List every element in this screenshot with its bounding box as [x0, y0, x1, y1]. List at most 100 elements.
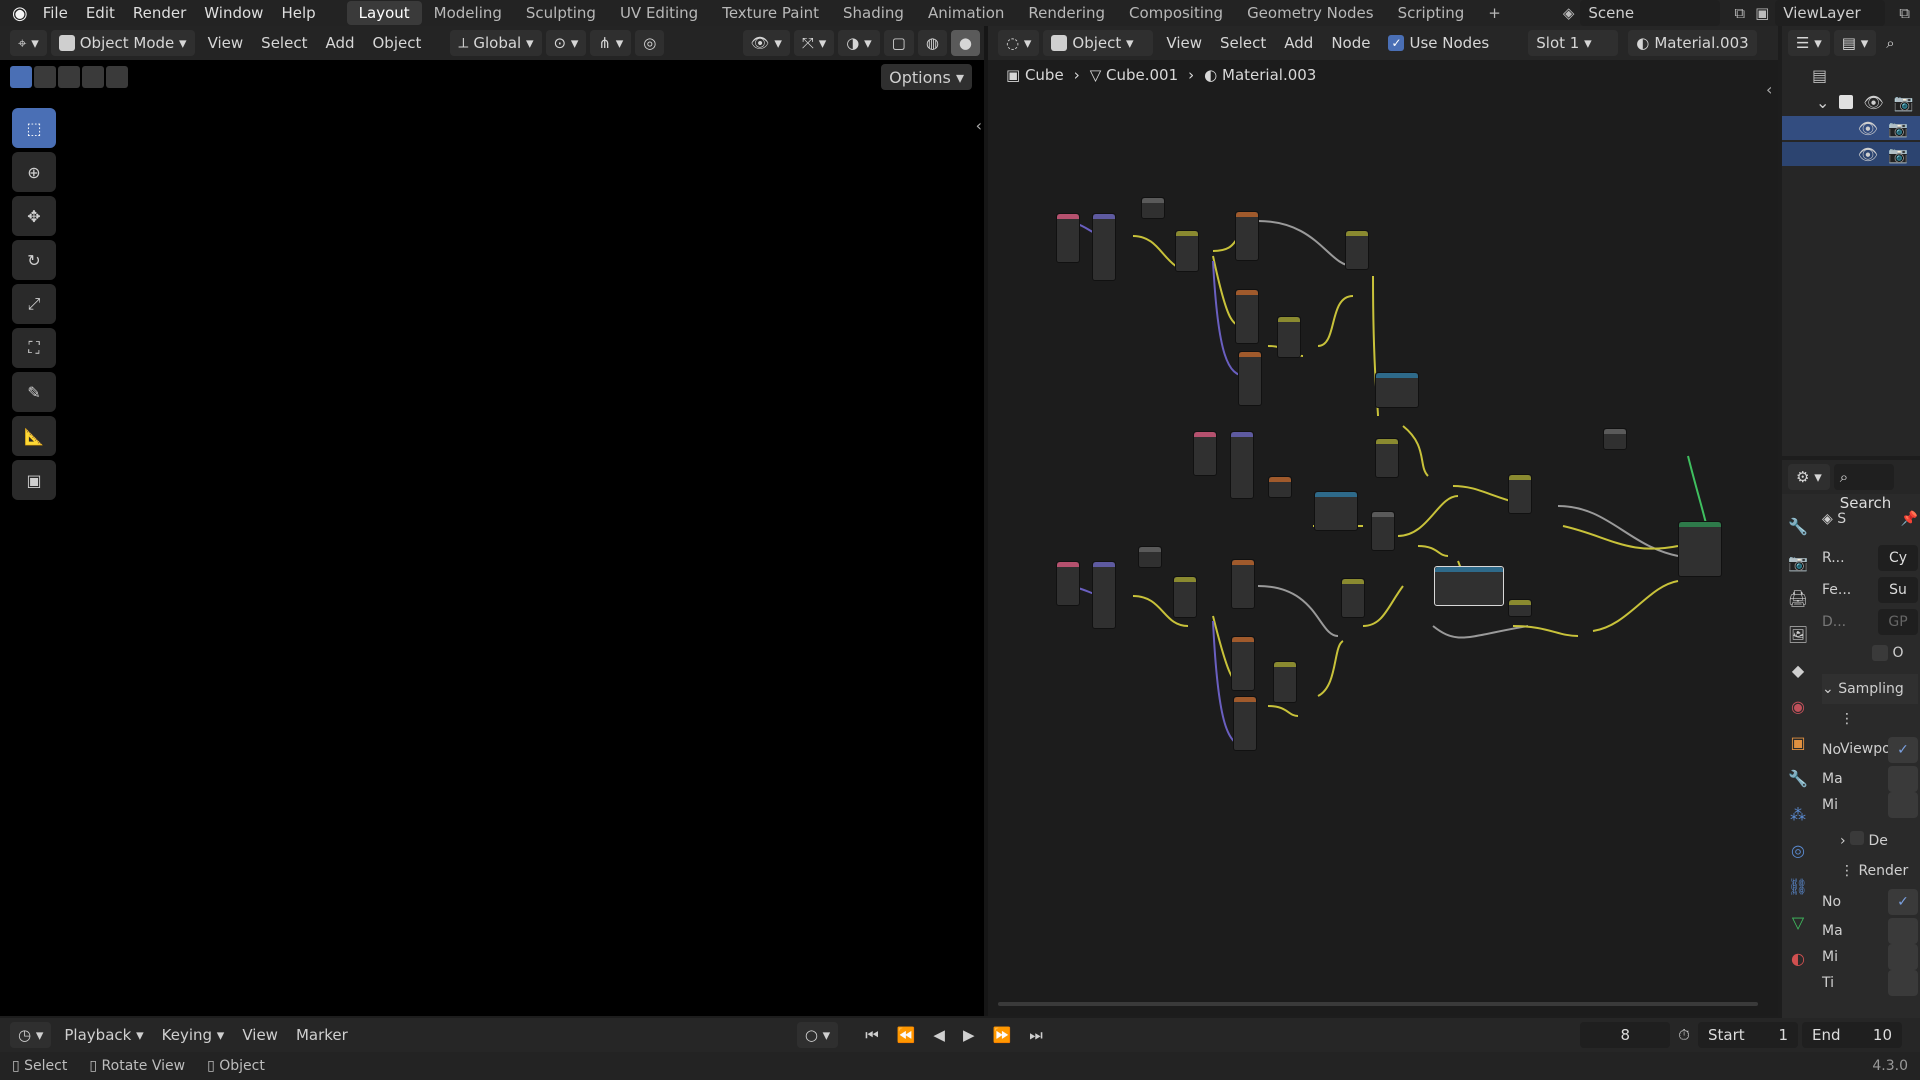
- search-icon[interactable]: ⌕: [1886, 34, 1894, 52]
- rotate-tool-icon[interactable]: ↻: [12, 240, 56, 280]
- panel-viewport[interactable]: ⋮ Viewport: [1822, 704, 1918, 757]
- noise-threshold-checkbox[interactable]: ✓: [1888, 737, 1918, 763]
- snap-icon[interactable]: ⋔ ▾: [590, 30, 632, 56]
- node[interactable]: [1230, 431, 1254, 499]
- max-samples-field[interactable]: [1888, 766, 1918, 792]
- node[interactable]: [1141, 197, 1165, 219]
- tab-animation[interactable]: Animation: [916, 1, 1016, 25]
- tab-uv-editing[interactable]: UV Editing: [608, 1, 710, 25]
- jump-end-icon[interactable]: ⏭: [1020, 1022, 1052, 1048]
- xray-icon[interactable]: ▢: [883, 30, 914, 56]
- new-scene-icon[interactable]: ⧉: [1734, 4, 1745, 22]
- current-frame-field[interactable]: 8: [1580, 1022, 1671, 1048]
- gizmo-icon[interactable]: ⤧ ▾: [793, 30, 835, 56]
- filter-icon[interactable]: ▤ ▾: [1833, 30, 1877, 56]
- node[interactable]: [1268, 476, 1292, 498]
- new-view-layer-icon[interactable]: ⧉: [1899, 4, 1910, 22]
- menu-add[interactable]: Add: [316, 30, 363, 56]
- move-tool-icon[interactable]: ✥: [12, 196, 56, 236]
- view-layer-tab-icon[interactable]: 🖼: [1784, 620, 1812, 648]
- modifier-tab-icon[interactable]: 🔧: [1784, 764, 1812, 792]
- outliner[interactable]: ☰ ▾ ▤ ▾ ⌕ ▤ ⌄ 👁 📷 👁 📷 👁 📷: [1782, 26, 1920, 456]
- view-layer-icon[interactable]: ▣: [1755, 4, 1769, 22]
- stopwatch-icon[interactable]: ⏱: [1678, 1026, 1690, 1044]
- jump-start-icon[interactable]: ⏮: [856, 1022, 888, 1048]
- node[interactable]: [1235, 289, 1259, 344]
- node-editor-hscroll[interactable]: [998, 1002, 1758, 1006]
- annotate-tool-icon[interactable]: ✎: [12, 372, 56, 412]
- tab-geometry-nodes[interactable]: Geometry Nodes: [1235, 1, 1386, 25]
- output-tab-icon[interactable]: 🖨: [1784, 584, 1812, 612]
- properties-editor[interactable]: ⚙ ▾ ⌕ Search 🔧 📷 🖨 🖼 ◆ ◉ ▣ 🔧 ⁂ ◎ ⛓ ▽ ◐ ◈…: [1782, 460, 1920, 1050]
- data-tab-icon[interactable]: ▽: [1784, 908, 1812, 936]
- node[interactable]: [1233, 696, 1257, 751]
- node[interactable]: [1508, 599, 1532, 617]
- tool-tab-icon[interactable]: 🔧: [1784, 512, 1812, 540]
- editor-type-icon[interactable]: ⚙ ▾: [1788, 464, 1830, 490]
- tab-compositing[interactable]: Compositing: [1117, 1, 1235, 25]
- transform-tool-icon[interactable]: ⛶: [12, 328, 56, 368]
- checkbox[interactable]: [1872, 645, 1888, 661]
- node-material-output[interactable]: [1678, 521, 1722, 577]
- node[interactable]: [1375, 372, 1419, 408]
- prev-keyframe-icon[interactable]: ⏪: [888, 1022, 925, 1048]
- menu-keying[interactable]: Keying ▾: [153, 1022, 234, 1048]
- pin-icon[interactable]: 📌: [1901, 511, 1918, 527]
- next-keyframe-icon[interactable]: ⏩: [984, 1022, 1021, 1048]
- cursor-tool-icon[interactable]: ⊕: [12, 152, 56, 192]
- physics-tab-icon[interactable]: ◎: [1784, 836, 1812, 864]
- shader-node-editor[interactable]: ◌ ▾ Object ▾ View Select Add Node ✓ Use N…: [988, 26, 1778, 1016]
- panel-render[interactable]: ⋮ Render: [1822, 856, 1918, 886]
- time-limit-field[interactable]: [1888, 970, 1918, 996]
- node[interactable]: [1341, 578, 1365, 618]
- scene-tab-icon[interactable]: ◆: [1784, 656, 1812, 684]
- select-extend-icon[interactable]: [34, 66, 56, 88]
- editor-type-icon[interactable]: ⌖ ▾: [10, 30, 47, 56]
- select-invert-icon[interactable]: [82, 66, 104, 88]
- noise-threshold-checkbox[interactable]: ✓: [1888, 889, 1918, 915]
- view-layer-field[interactable]: ViewLayer: [1775, 0, 1886, 26]
- panel-denoise[interactable]: › De: [1822, 826, 1918, 856]
- select-intersect-icon[interactable]: [106, 66, 128, 88]
- node[interactable]: [1603, 428, 1627, 450]
- 3d-viewport[interactable]: ⌖ ▾ Object Mode ▾ View Select Add Object…: [0, 26, 984, 1016]
- add-workspace-icon[interactable]: +: [1476, 1, 1513, 25]
- menu-file[interactable]: File: [34, 0, 77, 26]
- select-subtract-icon[interactable]: [58, 66, 80, 88]
- shading-wire-icon[interactable]: ◍: [917, 30, 947, 56]
- shading-solid-icon[interactable]: ●: [950, 30, 980, 56]
- node[interactable]: [1173, 576, 1197, 618]
- menu-window[interactable]: Window: [195, 0, 272, 26]
- orientation-dropdown[interactable]: ⟂ Global ▾: [450, 30, 542, 56]
- play-icon[interactable]: ▶: [954, 1022, 984, 1048]
- node[interactable]: [1434, 566, 1504, 606]
- overlay-icon[interactable]: ◑ ▾: [838, 30, 880, 56]
- add-cube-tool-icon[interactable]: ▣: [12, 460, 56, 500]
- tab-modeling[interactable]: Modeling: [422, 1, 514, 25]
- particles-tab-icon[interactable]: ⁂: [1784, 800, 1812, 828]
- node[interactable]: [1273, 661, 1297, 703]
- world-tab-icon[interactable]: ◉: [1784, 692, 1812, 720]
- feature-set-dropdown[interactable]: Su: [1878, 577, 1918, 603]
- node[interactable]: [1235, 211, 1259, 261]
- play-reverse-icon[interactable]: ◀: [924, 1022, 954, 1048]
- select-box-icon[interactable]: [10, 66, 32, 88]
- tab-rendering[interactable]: Rendering: [1016, 1, 1117, 25]
- min-samples-field[interactable]: [1888, 792, 1918, 818]
- editor-type-icon[interactable]: ◷ ▾: [10, 1022, 52, 1048]
- object-tab-icon[interactable]: ▣: [1784, 728, 1812, 756]
- node[interactable]: [1056, 561, 1080, 606]
- node[interactable]: [1508, 474, 1532, 514]
- menu-help[interactable]: Help: [272, 0, 324, 26]
- editor-separator[interactable]: [984, 26, 988, 1016]
- render-engine-dropdown[interactable]: Cy: [1878, 545, 1918, 571]
- tab-layout[interactable]: Layout: [346, 1, 422, 25]
- tab-texture-paint[interactable]: Texture Paint: [710, 1, 831, 25]
- scene-field[interactable]: Scene: [1580, 0, 1721, 26]
- constraints-tab-icon[interactable]: ⛓: [1784, 872, 1812, 900]
- node[interactable]: [1092, 561, 1116, 629]
- collapse-node-sidebar-icon[interactable]: ‹: [1766, 80, 1772, 99]
- tab-sculpting[interactable]: Sculpting: [514, 1, 608, 25]
- node[interactable]: [1231, 559, 1255, 609]
- device-dropdown[interactable]: GP: [1878, 609, 1918, 635]
